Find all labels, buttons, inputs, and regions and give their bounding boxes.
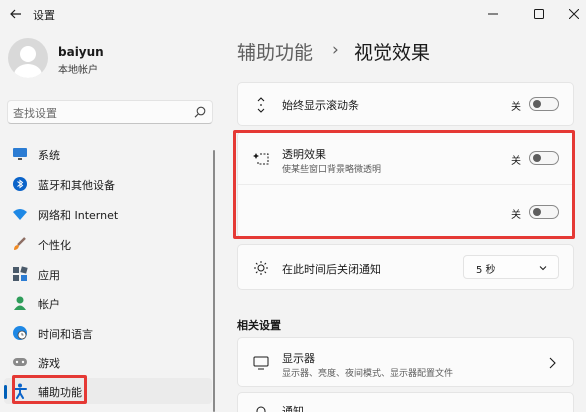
- close-button[interactable]: [562, 0, 586, 28]
- related-notifications[interactable]: 通知: [237, 392, 574, 412]
- page-title: 视觉效果: [354, 42, 431, 64]
- account-type: 本地帐户: [58, 65, 98, 76]
- sidebar-item-time-language[interactable]: 时间和语言: [4, 320, 212, 346]
- gamepad-icon: [12, 354, 28, 370]
- sidebar-item-label: 网络和 Internet: [38, 209, 119, 222]
- sidebar-item-label: 蓝牙和其他设备: [38, 179, 115, 192]
- search-input[interactable]: 查找设置: [7, 100, 213, 124]
- setting-description: 显示器、亮度、夜间模式、显示器配置文件: [282, 369, 454, 379]
- avatar[interactable]: [8, 38, 48, 78]
- apps-icon: [12, 266, 28, 282]
- dropdown-value: 5 秒: [476, 265, 496, 276]
- back-button[interactable]: [8, 6, 24, 22]
- maximize-icon: [534, 9, 544, 19]
- breadcrumb-separator: ›: [332, 40, 339, 60]
- brush-icon: [12, 236, 28, 252]
- search-icon: [194, 106, 206, 118]
- sidebar-item-label: 系统: [38, 149, 60, 162]
- sidebar-item-personalization[interactable]: 个性化: [4, 231, 212, 257]
- toggle-state-label: 关: [511, 102, 521, 113]
- minimize-button[interactable]: [470, 0, 516, 28]
- title-bar: 设置: [0, 0, 586, 28]
- sidebar-item-apps[interactable]: 应用: [4, 261, 212, 287]
- scrollbars-toggle[interactable]: [529, 97, 559, 111]
- sidebar-scrollbar[interactable]: [213, 150, 215, 412]
- globe-clock-icon: [12, 325, 28, 341]
- monitor-outline-icon: [252, 354, 270, 372]
- sidebar-item-label: 游戏: [38, 357, 60, 370]
- arrow-left-icon: [10, 9, 21, 19]
- wifi-icon: [12, 206, 28, 222]
- sidebar-item-label: 帐户: [38, 298, 60, 311]
- scrollbar-arrows-icon: [252, 96, 270, 114]
- setting-title: 通知: [282, 405, 304, 412]
- setting-title: 在此时间后关闭通知: [282, 263, 381, 276]
- sidebar-item-label: 应用: [38, 269, 60, 282]
- sidebar-item-system[interactable]: 系统: [4, 141, 212, 167]
- highlight-annotation: [12, 375, 87, 404]
- sidebar-item-label: 时间和语言: [38, 328, 93, 341]
- sidebar-item-network[interactable]: 网络和 Internet: [4, 201, 212, 227]
- window-title: 设置: [33, 9, 55, 22]
- sidebar-item-gaming[interactable]: 游戏: [4, 349, 212, 375]
- setting-title: 显示器: [282, 352, 315, 365]
- person-icon: [12, 295, 28, 311]
- setting-title: 始终显示滚动条: [282, 99, 359, 112]
- search-placeholder: 查找设置: [13, 107, 57, 120]
- monitor-icon: [12, 146, 28, 162]
- setting-scrollbars: 始终显示滚动条 关: [237, 82, 574, 126]
- bluetooth-icon: [12, 176, 28, 192]
- section-title: 相关设置: [237, 319, 281, 332]
- toggle-knob: [533, 100, 541, 108]
- avatar-head: [20, 46, 36, 62]
- user-name: baiyun: [58, 45, 104, 59]
- chevron-down-icon: [539, 266, 547, 271]
- related-display[interactable]: 显示器 显示器、亮度、夜间模式、显示器配置文件: [237, 337, 574, 387]
- brightness-icon: [252, 259, 270, 277]
- bell-icon: [252, 403, 270, 412]
- maximize-button[interactable]: [516, 0, 562, 28]
- setting-notifications: 在此时间后关闭通知 5 秒: [237, 244, 574, 290]
- active-indicator: [4, 385, 7, 399]
- breadcrumb-parent[interactable]: 辅助功能: [237, 38, 313, 65]
- sidebar-item-label: 个性化: [38, 239, 71, 252]
- chevron-right-icon: [549, 357, 556, 369]
- minimize-icon: [488, 13, 498, 15]
- sidebar-item-bluetooth[interactable]: 蓝牙和其他设备: [4, 171, 212, 197]
- notification-duration-select[interactable]: 5 秒: [463, 255, 559, 279]
- sidebar-item-accounts[interactable]: 帐户: [4, 290, 212, 316]
- close-icon: [569, 9, 579, 19]
- highlight-annotation: [233, 130, 575, 239]
- avatar-body: [14, 64, 42, 78]
